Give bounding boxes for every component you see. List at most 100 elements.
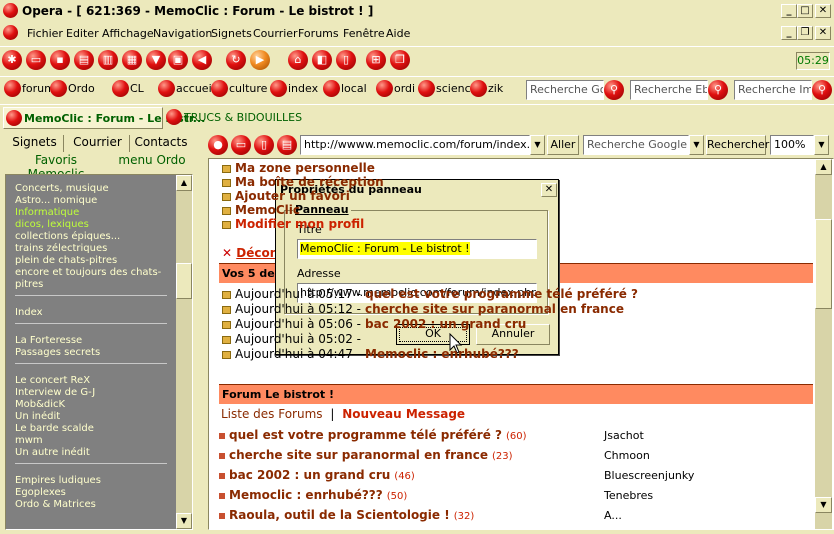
- tab-trucs[interactable]: TRUCS & BIDOUILLES: [164, 107, 304, 129]
- panel-icon-4[interactable]: ▤: [277, 135, 297, 155]
- tab-favoris[interactable]: Favoris Memoclic: [6, 153, 106, 181]
- title-input[interactable]: MemoClic : Forum - Le bistrot !: [297, 239, 537, 259]
- menu-item-3[interactable]: Navigation: [153, 27, 212, 40]
- page-scroll-down[interactable]: ▼: [815, 497, 832, 513]
- user-link[interactable]: Ajouter un favori: [222, 189, 350, 203]
- page-scroll-thumb[interactable]: [815, 219, 832, 309]
- print-icon[interactable]: ▤: [74, 50, 94, 70]
- sidebar-link[interactable]: Un inédit: [15, 411, 60, 422]
- close-button[interactable]: ✕: [815, 4, 831, 18]
- hotlist-icon[interactable]: ◧: [312, 50, 332, 70]
- sidebar-link[interactable]: Interview de G-J: [15, 387, 95, 398]
- page-down-icon[interactable]: ▼: [146, 50, 166, 70]
- zoom-dropdown-icon[interactable]: ▼: [814, 135, 829, 155]
- copy-icon[interactable]: ▥: [98, 50, 118, 70]
- personal-item-zik[interactable]: zik: [470, 80, 503, 98]
- zoom-field[interactable]: 100%: [770, 135, 814, 155]
- table-row[interactable]: bac 2002 : un grand cru (46) Bluescreenjun…: [219, 468, 809, 488]
- notes-icon[interactable]: ▯: [336, 50, 356, 70]
- home-icon[interactable]: ⌂: [288, 50, 308, 70]
- inner-close-button[interactable]: ✕: [815, 26, 831, 40]
- tab-courrier[interactable]: Courrier: [66, 135, 130, 152]
- tab-contacts[interactable]: Contacts: [132, 135, 190, 152]
- tab-menu-ordo[interactable]: menu Ordo: [110, 153, 194, 170]
- trash-icon[interactable]: ▦: [122, 50, 142, 70]
- scroll-thumb[interactable]: [176, 263, 192, 299]
- go-button[interactable]: Aller: [547, 135, 579, 155]
- menu-item-0[interactable]: Fichier: [27, 27, 63, 40]
- personal-item-local[interactable]: local: [323, 80, 367, 98]
- table-row[interactable]: cherche site sur paranormal en france (23…: [219, 448, 809, 468]
- sidebar-link[interactable]: La Forteresse: [15, 335, 82, 346]
- google-search-input[interactable]: Recherche Googl: [526, 80, 604, 100]
- page-scrollbar[interactable]: ▲ ▼: [815, 159, 832, 529]
- tab-signets[interactable]: Signets: [6, 135, 64, 152]
- sidebar-link[interactable]: Egoplexes: [15, 487, 66, 498]
- user-link[interactable]: Ma boîte de réception: [222, 175, 384, 189]
- menu-item-8[interactable]: Aide: [386, 27, 410, 40]
- ebay-search-icon[interactable]: ⚲: [708, 80, 728, 100]
- last-message-item[interactable]: Aujourd'hui à 05:17 - quel est votre prog…: [222, 287, 638, 301]
- tab-memoclic[interactable]: MemoClic : Forum - Le bistr...: [3, 107, 205, 129]
- sidebar-link[interactable]: Concerts, musique: [15, 183, 109, 194]
- last-message-item[interactable]: Aujourd'hui à 05:02 -: [222, 332, 365, 346]
- sidebar-link[interactable]: Index: [15, 307, 43, 318]
- scroll-down-arrow[interactable]: ▼: [176, 513, 192, 529]
- sidebar-link[interactable]: mwm: [15, 435, 43, 446]
- user-link[interactable]: Ma zone personnelle: [222, 161, 375, 175]
- fullscreen-icon[interactable]: ▣: [168, 50, 188, 70]
- personal-item-science[interactable]: science: [418, 80, 477, 98]
- inner-restore-button[interactable]: ❐: [797, 26, 813, 40]
- image-search-input[interactable]: Recherche Image: [734, 80, 812, 100]
- personal-item-index[interactable]: index: [270, 80, 318, 98]
- sidebar-link[interactable]: pitres: [15, 279, 43, 290]
- sidebar-link[interactable]: collections épiques...: [15, 231, 120, 242]
- url-dropdown-icon[interactable]: ▼: [530, 135, 545, 155]
- scroll-up-arrow[interactable]: ▲: [176, 175, 192, 191]
- last-message-item[interactable]: Aujourd'hui à 05:12 - cherche site sur pa…: [222, 302, 624, 316]
- new-page-icon[interactable]: ✱: [2, 50, 22, 70]
- table-row[interactable]: Raoula, outil de la Scientologie ! (32) A.…: [219, 508, 809, 528]
- forward-icon[interactable]: ▶: [250, 50, 270, 70]
- page-scroll-up[interactable]: ▲: [815, 159, 832, 175]
- last-message-item[interactable]: Aujourd'hui à 05:06 - bac 2002 : un grand…: [222, 317, 526, 331]
- window-tile-icon[interactable]: ⊞: [366, 50, 386, 70]
- personal-item-Ordo[interactable]: Ordo: [50, 80, 95, 98]
- ebay-search-input[interactable]: Recherche Ebay: [630, 80, 708, 100]
- menu-item-2[interactable]: Affichage: [102, 27, 154, 40]
- sidebar-link[interactable]: Ordo & Matrices: [15, 499, 96, 510]
- window-cascade-icon[interactable]: ❐: [390, 50, 410, 70]
- google-search-field[interactable]: Recherche Google: [583, 135, 689, 155]
- forums-list-link[interactable]: Liste des Forums: [221, 407, 323, 421]
- personal-item-ordi[interactable]: ordi: [376, 80, 415, 98]
- image-search-icon[interactable]: ⚲: [812, 80, 832, 100]
- panel-icon-2[interactable]: ▭: [231, 135, 251, 155]
- menu-item-5[interactable]: Courrier: [253, 27, 298, 40]
- table-row[interactable]: Memoclic : enrhubé??? (50) Tenebres: [219, 488, 809, 508]
- back-icon[interactable]: ◀: [192, 50, 212, 70]
- dialog-close-button[interactable]: ✕: [541, 183, 557, 197]
- reload-icon[interactable]: ↻: [226, 50, 246, 70]
- url-input[interactable]: http://wwww.memoclic.com/forum/index.php…: [300, 135, 530, 155]
- maximize-button[interactable]: □: [797, 4, 813, 18]
- search-button[interactable]: Rechercher: [706, 135, 769, 155]
- sidebar-link[interactable]: Empires ludiques: [15, 475, 101, 486]
- sidebar-link[interactable]: trains zélectriques: [15, 243, 107, 254]
- opera-menu-icon[interactable]: [3, 25, 18, 40]
- menu-item-6[interactable]: Forums: [298, 27, 339, 40]
- menu-item-4[interactable]: Signets: [211, 27, 252, 40]
- sidebar-link[interactable]: encore et toujours des chats-: [15, 267, 161, 278]
- table-row[interactable]: quel est votre programme télé préféré ?(…: [219, 428, 809, 448]
- sidebar-link[interactable]: dicos, lexiques: [15, 219, 89, 230]
- sidebar-link[interactable]: Mob&dicK: [15, 399, 65, 410]
- sidebar-link[interactable]: Le barde scalde: [15, 423, 94, 434]
- sidebar-link[interactable]: Passages secrets: [15, 347, 100, 358]
- inner-minimize-button[interactable]: _: [781, 26, 797, 40]
- menu-item-1[interactable]: Editer: [66, 27, 99, 40]
- sidebar-scrollbar[interactable]: ▲ ▼: [176, 175, 192, 529]
- sidebar-link[interactable]: Informatique: [15, 207, 79, 218]
- panel-icon-3[interactable]: ▯: [254, 135, 274, 155]
- sidebar-link[interactable]: Le concert ReX: [15, 375, 90, 386]
- last-message-item[interactable]: Aujourd'hui à 04:47 - Memoclic : enrhubé?…: [222, 347, 519, 361]
- personal-item-accueil[interactable]: accueil: [158, 80, 215, 98]
